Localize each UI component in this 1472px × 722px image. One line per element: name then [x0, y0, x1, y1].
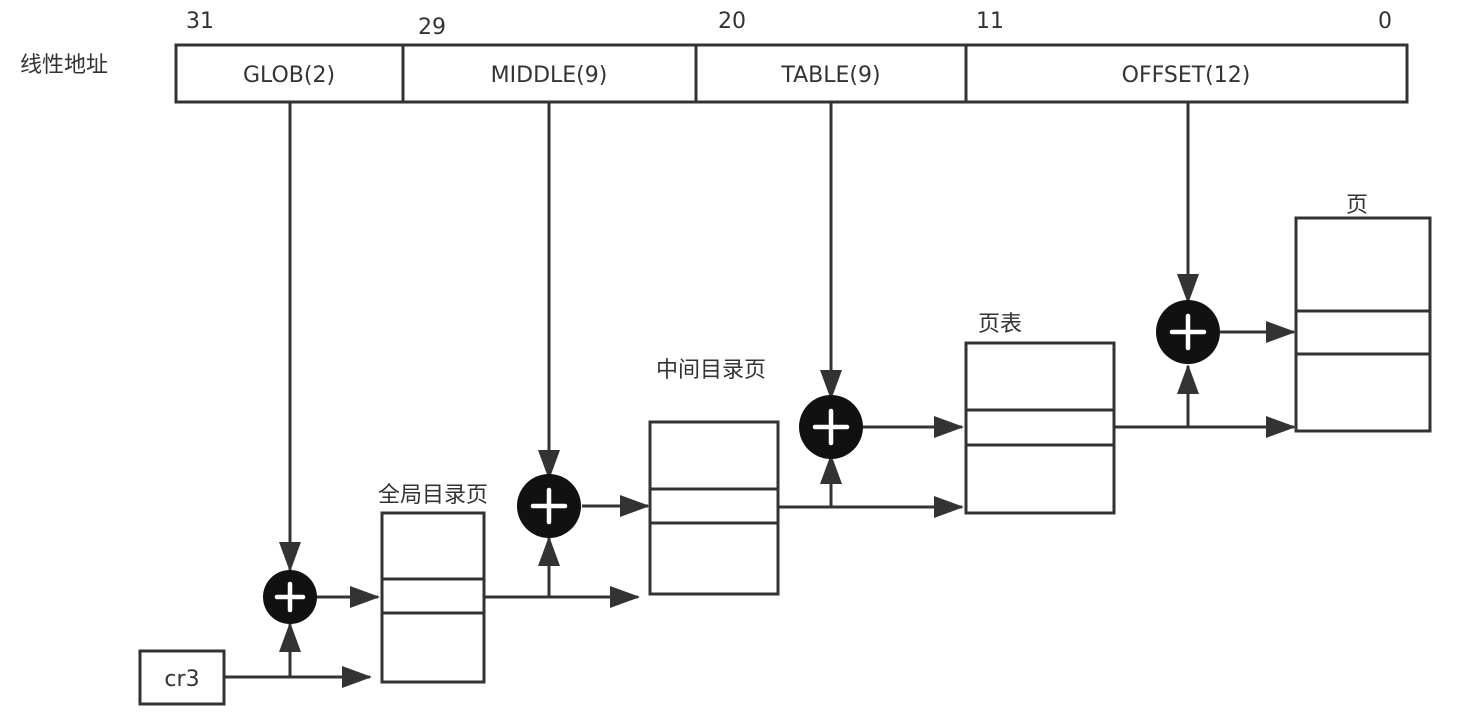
- bit-position-11: 11: [976, 9, 1004, 34]
- linear-address-label: 线性地址: [20, 53, 108, 78]
- address-field-bar: GLOB(2) MIDDLE(9) TABLE(9) OFFSET(12): [174, 43, 1409, 104]
- page-table-translation-diagram: 线性地址 31 29 20 11 0 GLOB(2) MIDDLE(9) TAB…: [20, 9, 1432, 706]
- middle-directory-page: 中间目录页: [648, 358, 780, 596]
- bit-position-0: 0: [1378, 9, 1392, 34]
- page-label: 页: [1346, 193, 1368, 218]
- cr3-label: cr3: [164, 667, 199, 692]
- adder-middle: [517, 474, 581, 538]
- bit-position-29: 29: [418, 15, 446, 40]
- middle-directory-label: 中间目录页: [656, 358, 766, 383]
- global-directory-page: 全局目录页: [378, 483, 488, 684]
- page-table-label: 页表: [978, 312, 1022, 337]
- bit-position-20: 20: [718, 9, 746, 34]
- field-offset: OFFSET(12): [1122, 63, 1251, 88]
- field-table: TABLE(9): [780, 63, 880, 88]
- field-glob: GLOB(2): [243, 63, 335, 88]
- global-directory-label: 全局目录页: [378, 483, 488, 508]
- page-frame: 页: [1294, 193, 1432, 433]
- adder-offset: [1156, 300, 1220, 364]
- field-middle: MIDDLE(9): [491, 63, 608, 88]
- adder-table: [799, 395, 863, 459]
- adder-glob: [263, 570, 317, 624]
- bit-position-31: 31: [186, 9, 214, 34]
- page-table: 页表: [964, 312, 1116, 515]
- cr3-register: cr3: [138, 649, 226, 706]
